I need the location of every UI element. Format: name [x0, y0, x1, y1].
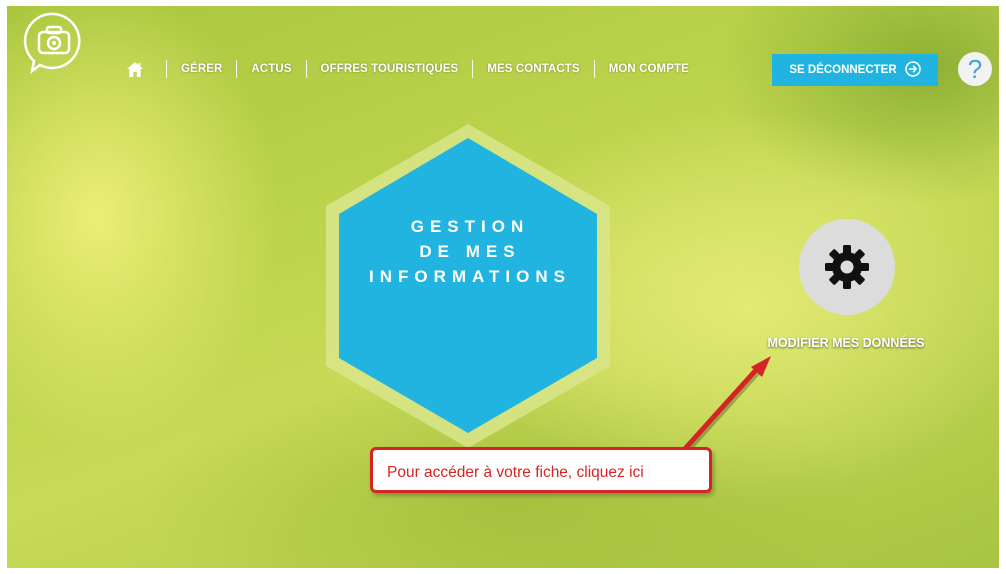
- nav-divider: [236, 60, 238, 78]
- hexagon-title: GESTION DE MES INFORMATIONS: [330, 214, 610, 289]
- nav-item-mon-compte[interactable]: MON COMPTE: [609, 63, 689, 75]
- nav-item-gerer[interactable]: GÉRER: [181, 63, 222, 75]
- nav-item-offres-touristiques[interactable]: OFFRES TOURISTIQUES: [321, 63, 459, 75]
- nav-divider: [166, 60, 167, 78]
- hexagon-title-line-2: DE MES: [419, 242, 521, 261]
- annotation-callout: Pour accéder à votre fiche, cliquez ici: [370, 447, 712, 493]
- hexagon-title-line-1: GESTION: [410, 217, 530, 236]
- gear-icon: [825, 245, 869, 289]
- logout-button[interactable]: SE DÉCONNECTER: [772, 54, 938, 86]
- nav-item-mes-contacts[interactable]: MES CONTACTS: [487, 63, 579, 75]
- hexagon-title-line-3: INFORMATIONS: [368, 267, 571, 286]
- arrow-right-circle-icon: [904, 60, 921, 80]
- nav-divider: [472, 60, 474, 78]
- logout-label: SE DÉCONNECTER: [789, 64, 897, 76]
- nav-divider: [593, 60, 595, 78]
- main-nav: GÉRER ACTUS OFFRES TOURISTIQUES MES CONT…: [118, 52, 689, 86]
- nav-divider: [305, 60, 307, 78]
- nav-item-actus[interactable]: ACTUS: [251, 63, 291, 75]
- modify-data-label[interactable]: MODIFIER MES DONNÉES: [740, 336, 952, 350]
- camera-chat-bubble-icon[interactable]: [20, 8, 88, 76]
- home-icon[interactable]: [118, 52, 152, 86]
- modify-data-button[interactable]: [799, 219, 895, 315]
- help-button[interactable]: ?: [958, 52, 992, 86]
